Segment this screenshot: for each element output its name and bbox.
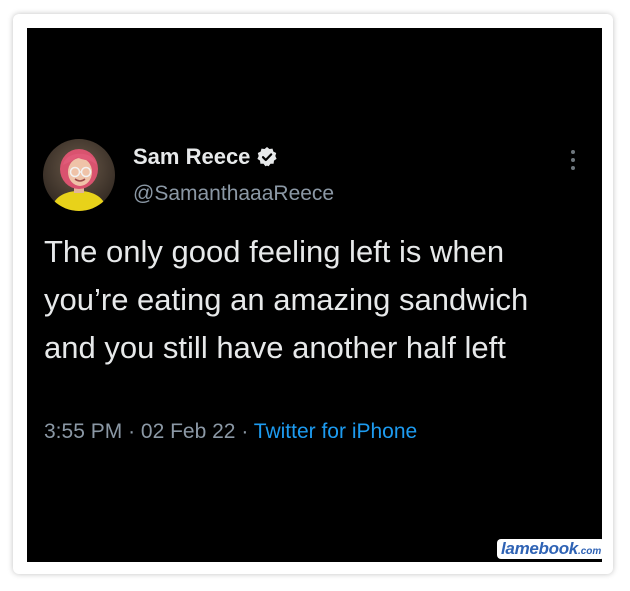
- tweet-time[interactable]: 3:55 PM: [44, 420, 122, 443]
- tweet-text: The only good feeling left is when you’r…: [44, 234, 529, 365]
- more-options-icon[interactable]: [567, 148, 579, 172]
- avatar-image: [43, 139, 115, 211]
- author-handle[interactable]: @SamanthaaaReece: [133, 182, 334, 206]
- author-name[interactable]: Sam Reece: [133, 144, 250, 170]
- watermark-brand: lamebook: [501, 539, 578, 558]
- tweet-card: Sam Reece @SamanthaaaReece The only good…: [27, 28, 606, 562]
- tweet-metadata: 3:55 PM · 02 Feb 22 · Twitter for iPhone: [44, 420, 417, 444]
- watermark-logo: lamebook .com: [497, 539, 606, 559]
- verified-badge-icon: [256, 146, 278, 168]
- tweet-date[interactable]: 02 Feb 22: [141, 420, 236, 443]
- watermark-tld: .com: [577, 546, 602, 557]
- tweet-source-link[interactable]: Twitter for iPhone: [254, 420, 417, 443]
- avatar[interactable]: [43, 139, 115, 211]
- meta-separator: ·: [128, 420, 136, 443]
- author-name-row: Sam Reece: [133, 144, 278, 170]
- meta-separator: ·: [241, 420, 249, 443]
